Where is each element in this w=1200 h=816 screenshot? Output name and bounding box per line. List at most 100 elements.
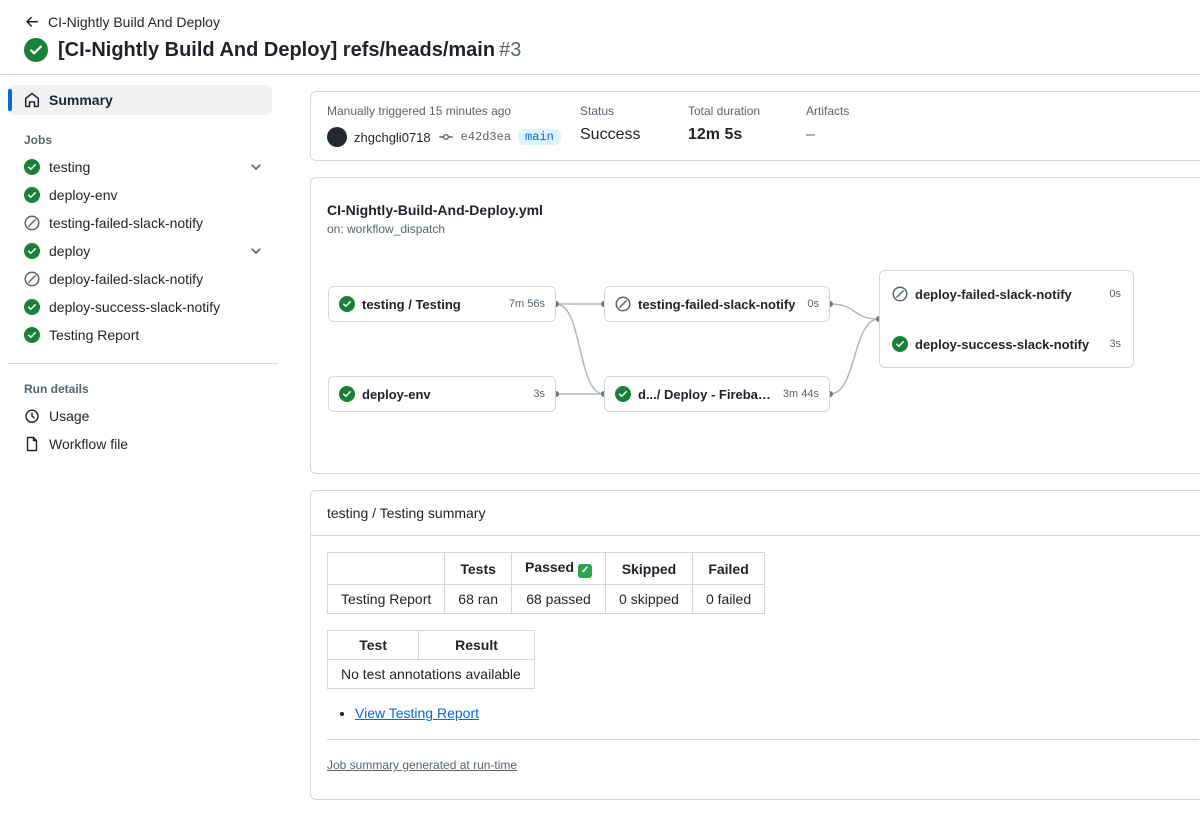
sidebar-item-job-deploy-failed-slack-notify[interactable]: deploy-failed-slack-notify <box>8 265 272 293</box>
status-success-icon <box>24 299 40 315</box>
status-success-icon <box>24 159 40 175</box>
sidebar-item-usage[interactable]: Usage <box>8 402 272 430</box>
job-label: testing-failed-slack-notify <box>49 215 203 231</box>
status-block: Status Success <box>580 104 688 148</box>
job-label: deploy <box>49 243 90 259</box>
status-success-icon <box>339 296 355 312</box>
sidebar-item-job-testing[interactable]: testing <box>8 153 272 181</box>
artifacts-value: – <box>806 126 849 144</box>
test-annotations-table: Test Result No test annotations availabl… <box>327 630 535 689</box>
commit-sha[interactable]: e42d3ea <box>461 130 511 144</box>
duration-label: Total duration <box>688 104 806 118</box>
graph-node-group-deploy-notify: deploy-failed-slack-notify 0s deploy-suc… <box>879 270 1134 368</box>
list-item: View Testing Report <box>355 705 1199 721</box>
workflow-run-page: CI-Nightly Build And Deploy [CI-Nightly … <box>0 0 1200 816</box>
annotations-header-test: Test <box>328 631 419 660</box>
usage-label: Usage <box>49 408 89 424</box>
job-list: testing deploy-env testing-failed-slack-… <box>8 153 272 349</box>
summary-label: Summary <box>49 92 113 108</box>
node-duration: 3m 44s <box>783 388 819 400</box>
sidebar-divider <box>8 363 278 364</box>
avatar[interactable] <box>327 127 347 147</box>
artifacts-block: Artifacts – <box>806 104 849 148</box>
run-status-success-icon <box>24 38 48 62</box>
node-duration: 7m 56s <box>509 298 545 310</box>
node-duration: 3s <box>533 388 545 400</box>
node-label: deploy-failed-slack-notify <box>915 287 1072 302</box>
table-row: No test annotations available <box>328 660 535 689</box>
results-row-passed: 68 passed <box>511 585 605 614</box>
status-success-icon <box>24 243 40 259</box>
status-skipped-icon <box>892 286 908 302</box>
main-content: Manually triggered 15 minutes ago zhgchg… <box>310 75 1200 816</box>
graph-node-testing[interactable]: testing / Testing 7m 56s <box>328 286 556 322</box>
sidebar-item-job-testing-report[interactable]: Testing Report <box>8 321 272 349</box>
job-summary-footer-link[interactable]: Job summary generated at run-time <box>327 758 517 772</box>
workflow-file-icon <box>24 436 40 452</box>
graph-node-deploy-failed-slack-notify[interactable]: deploy-failed-slack-notify 0s <box>892 286 1121 302</box>
node-duration: 0s <box>1109 288 1121 300</box>
annotations-empty-cell: No test annotations available <box>328 660 535 689</box>
test-results-table: Tests Passed✓ Skipped Failed Testing Rep… <box>327 552 765 614</box>
trigger-block: Manually triggered 15 minutes ago zhgchg… <box>327 104 580 148</box>
sidebar-item-job-deploy-env[interactable]: deploy-env <box>8 181 272 209</box>
node-label: testing / Testing <box>362 297 461 312</box>
chevron-down-icon[interactable] <box>248 243 264 259</box>
view-testing-report-link[interactable]: View Testing Report <box>355 705 479 721</box>
sidebar-item-job-deploy-success-slack-notify[interactable]: deploy-success-slack-notify <box>8 293 272 321</box>
run-number: #3 <box>499 39 521 61</box>
graph-node-deploy-success-slack-notify[interactable]: deploy-success-slack-notify 3s <box>892 336 1121 352</box>
report-link-list: View Testing Report <box>327 705 1199 721</box>
status-success-icon <box>339 386 355 402</box>
sidebar-item-job-deploy[interactable]: deploy <box>8 237 272 265</box>
status-success-icon <box>24 327 40 343</box>
node-label: testing-failed-slack-notify <box>638 297 795 312</box>
job-label: testing <box>49 159 90 175</box>
back-arrow-icon <box>24 14 40 30</box>
run-details-list: Usage Workflow file <box>8 402 272 458</box>
status-success-icon <box>24 187 40 203</box>
graph-node-deploy-firebase[interactable]: d.../ Deploy - Firebase ... 3m 44s <box>604 376 830 412</box>
graph-node-testing-failed-slack-notify[interactable]: testing-failed-slack-notify 0s <box>604 286 830 322</box>
summary-card-title: testing / Testing summary <box>311 491 1200 536</box>
page-title: [CI-Nightly Build And Deploy] refs/heads… <box>58 39 521 62</box>
results-row-tests: 68 ran <box>445 585 512 614</box>
branch-badge[interactable]: main <box>518 129 561 145</box>
breadcrumb-label: CI-Nightly Build And Deploy <box>48 14 220 30</box>
graph-node-deploy-env[interactable]: deploy-env 3s <box>328 376 556 412</box>
sidebar-item-workflow-file[interactable]: Workflow file <box>8 430 272 458</box>
actor-login[interactable]: zhgchgli0718 <box>354 130 431 145</box>
run-details-heading: Run details <box>24 382 272 396</box>
job-label: deploy-failed-slack-notify <box>49 271 203 287</box>
status-skipped-icon <box>615 296 631 312</box>
results-header-passed: Passed✓ <box>511 553 605 585</box>
run-meta-card: Manually triggered 15 minutes ago zhgchg… <box>310 91 1200 161</box>
results-row-skipped: 0 skipped <box>606 585 693 614</box>
job-summary-card: testing / Testing summary Tests Passed✓ … <box>310 490 1200 800</box>
jobs-heading: Jobs <box>24 133 272 147</box>
home-icon <box>24 92 40 108</box>
chevron-down-icon[interactable] <box>248 159 264 175</box>
breadcrumb-back-link[interactable]: CI-Nightly Build And Deploy <box>24 14 1176 30</box>
trigger-info: Manually triggered 15 minutes ago <box>327 104 580 118</box>
duration-block: Total duration 12m 5s <box>688 104 806 148</box>
sidebar-item-summary[interactable]: Summary <box>8 85 272 115</box>
status-success-icon <box>615 386 631 402</box>
results-row-failed: 0 failed <box>692 585 764 614</box>
clock-icon <box>24 408 40 424</box>
status-label: Status <box>580 104 688 118</box>
node-duration: 0s <box>807 298 819 310</box>
sidebar-item-job-testing-failed-slack-notify[interactable]: testing-failed-slack-notify <box>8 209 272 237</box>
status-value: Success <box>580 126 688 144</box>
artifacts-label: Artifacts <box>806 104 849 118</box>
run-header: CI-Nightly Build And Deploy [CI-Nightly … <box>0 0 1200 75</box>
results-header-blank <box>328 553 445 585</box>
workflow-file-name: CI-Nightly-Build-And-Deploy.yml <box>311 178 1200 218</box>
actor-row: zhgchgli0718 e42d3ea main <box>327 127 580 147</box>
results-row-name: Testing Report <box>328 585 445 614</box>
workflow-trigger: on: workflow_dispatch <box>311 218 1200 236</box>
node-label: d.../ Deploy - Firebase ... <box>638 387 776 402</box>
status-success-icon <box>892 336 908 352</box>
workflow-graph-card: CI-Nightly-Build-And-Deploy.yml on: work… <box>310 177 1200 474</box>
selected-accent-bar <box>8 89 12 111</box>
